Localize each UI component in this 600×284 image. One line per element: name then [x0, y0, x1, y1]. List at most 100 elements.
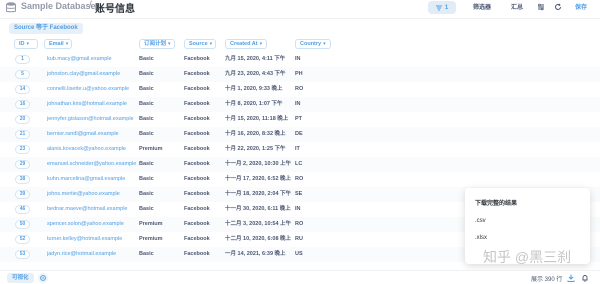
plan-cell: Basic: [139, 56, 154, 62]
country-cell: PH: [295, 71, 303, 77]
row-id-pill[interactable]: 39: [15, 190, 30, 199]
plan-cell: Basic: [139, 86, 154, 92]
row-id-pill[interactable]: 21: [15, 130, 30, 139]
email-cell[interactable]: bednar.maeve@hotmail.example: [47, 206, 128, 213]
email-cell[interactable]: alanis.kovacek@yahoo.example: [47, 146, 126, 153]
email-cell[interactable]: kuhn.marcelina@gmail.example: [47, 176, 125, 183]
plan-cell: Basic: [139, 101, 154, 107]
download-csv-option[interactable]: .csv: [475, 218, 486, 224]
row-id-pill[interactable]: 46: [15, 205, 30, 214]
notebook-icon[interactable]: [537, 3, 545, 11]
row-id-pill[interactable]: 16: [15, 100, 30, 109]
plan-cell: Basic: [139, 176, 154, 182]
source-cell: Facebook: [184, 116, 210, 122]
visualize-button[interactable]: 可视化: [7, 273, 34, 283]
country-cell: IN: [295, 56, 301, 62]
created-at-cell: 九月 23, 2020, 4:43 下午: [225, 71, 286, 77]
download-xlsx-option[interactable]: .xlsx: [475, 235, 487, 241]
table-row: 38 kuhn.marcelina@gmail.example Basic Faceb…: [0, 172, 600, 187]
created-at-cell: 十一月 18, 2020, 2:04 下午: [225, 191, 292, 197]
column-header-plan[interactable]: 订阅计划 ▾: [139, 39, 175, 49]
column-header-created-at[interactable]: Created At ▾: [225, 39, 267, 49]
created-at-cell: 十月 15, 2020, 11:18 晚上: [225, 116, 289, 122]
row-id-pill[interactable]: 50: [15, 220, 30, 229]
gear-icon[interactable]: [38, 273, 48, 283]
source-cell: Facebook: [184, 221, 210, 227]
email-cell[interactable]: bernier.randl@gmail.example: [47, 131, 119, 138]
row-id-pill[interactable]: 29: [15, 160, 30, 169]
source-cell: Facebook: [184, 251, 210, 257]
email-cell[interactable]: johns.mertie@yahoo.example: [47, 191, 120, 198]
alert-bell-icon[interactable]: [581, 274, 589, 282]
email-cell[interactable]: turner.kelley@hotmail.example: [47, 236, 122, 243]
column-header-email[interactable]: Email ▾: [44, 39, 72, 49]
table-row: 23 alanis.kovacek@yahoo.example Premium Fac…: [0, 142, 600, 157]
email-cell[interactable]: kub.macy@gmail.example: [47, 56, 112, 63]
email-cell[interactable]: johnathan.kris@hotmail.example: [47, 101, 127, 108]
column-header-source[interactable]: Source ▾: [184, 39, 216, 49]
footer: 可视化 展示 390 行: [0, 270, 600, 284]
filter-button[interactable]: 筛选器: [473, 2, 491, 11]
plan-cell: Premium: [139, 146, 163, 152]
header: Sample Database / 账号信息 1 筛选器 汇总 保存: [0, 0, 600, 16]
summarize-button[interactable]: 汇总: [511, 2, 523, 11]
country-cell: IT: [295, 146, 300, 152]
country-cell: DE: [295, 131, 303, 137]
row-id-pill[interactable]: 5: [15, 70, 30, 79]
row-id-pill[interactable]: 52: [15, 235, 30, 244]
email-cell[interactable]: spencer.solon@yahoo.example: [47, 221, 124, 228]
plan-cell: Premium: [139, 236, 163, 242]
country-cell: IN: [295, 101, 301, 107]
save-button[interactable]: 保存: [575, 2, 587, 11]
created-at-cell: 十一月 2, 2020, 10:30 上午: [225, 161, 292, 167]
email-cell[interactable]: johnston.clay@gmail.example: [47, 71, 120, 78]
table-row: 5 johnston.clay@gmail.example Basic Faceboo…: [0, 67, 600, 82]
table-row: 21 bernier.randl@gmail.example Basic Facebo…: [0, 127, 600, 142]
row-id-pill[interactable]: 14: [15, 85, 30, 94]
source-cell: Facebook: [184, 191, 210, 197]
created-at-cell: 十一月 17, 2020, 6:52 晚上: [225, 176, 292, 182]
email-cell[interactable]: connelli.lisette.u@yahoo.example: [47, 86, 129, 93]
source-cell: Facebook: [184, 176, 210, 182]
plan-cell: Basic: [139, 71, 154, 77]
filter-count-toggle[interactable]: 1: [428, 1, 456, 14]
download-icon[interactable]: [567, 274, 575, 282]
breadcrumb-database[interactable]: Sample Database: [21, 1, 96, 11]
watermark: 知乎 @黑三刹: [483, 249, 572, 265]
header-divider: [0, 18, 600, 19]
plan-cell: Basic: [139, 191, 154, 197]
row-id-pill[interactable]: 1: [15, 55, 30, 64]
plan-cell: Basic: [139, 131, 154, 137]
table-row: 20 jennyfer.gislason@hotmail.example Basic…: [0, 112, 600, 127]
refresh-icon[interactable]: [554, 3, 562, 11]
chevron-down-icon: ▾: [323, 41, 326, 47]
active-filter-chip[interactable]: Source 等于 Facebook: [9, 23, 83, 34]
row-id-pill[interactable]: 53: [15, 250, 30, 259]
source-cell: Facebook: [184, 131, 210, 137]
source-cell: Facebook: [184, 56, 210, 62]
row-id-pill[interactable]: 23: [15, 145, 30, 154]
table-row: 16 johnathan.kris@hotmail.example Basic Fac…: [0, 97, 600, 112]
email-cell[interactable]: jadyn.rice@hotmail.example: [47, 251, 116, 258]
filter-icon: [435, 5, 442, 10]
created-at-cell: 十月 8, 2020, 1:07 下午: [225, 101, 283, 107]
created-at-cell: 十一月 30, 2020, 6:11 晚上: [225, 206, 291, 212]
row-id-pill[interactable]: 38: [15, 175, 30, 184]
column-header-country[interactable]: Country ▾: [295, 39, 331, 49]
chevron-down-icon: ▾: [65, 41, 69, 47]
database-icon: [6, 2, 16, 13]
row-id-pill[interactable]: 20: [15, 115, 30, 124]
created-at-cell: 十二月 3, 2020, 10:54 上午: [225, 221, 292, 227]
email-cell[interactable]: emanuel.schneider@yahoo.example: [47, 161, 136, 168]
row-count: 展示 390 行: [531, 277, 563, 283]
created-at-cell: 十二月 10, 2020, 6:08 晚上: [225, 236, 292, 242]
created-at-cell: 九月 15, 2020, 4:11 下午: [225, 56, 286, 62]
source-cell: Facebook: [184, 71, 210, 77]
country-cell: LC: [295, 161, 303, 167]
chevron-down-icon: ▾: [26, 41, 30, 47]
chevron-down-icon: ▾: [259, 41, 263, 47]
created-at-cell: 十月 22, 2020, 1:25 下午: [225, 146, 286, 152]
column-header-id[interactable]: ID ▾: [14, 39, 38, 49]
source-cell: Facebook: [184, 206, 210, 212]
email-cell[interactable]: jennyfer.gislason@hotmail.example: [47, 116, 134, 123]
